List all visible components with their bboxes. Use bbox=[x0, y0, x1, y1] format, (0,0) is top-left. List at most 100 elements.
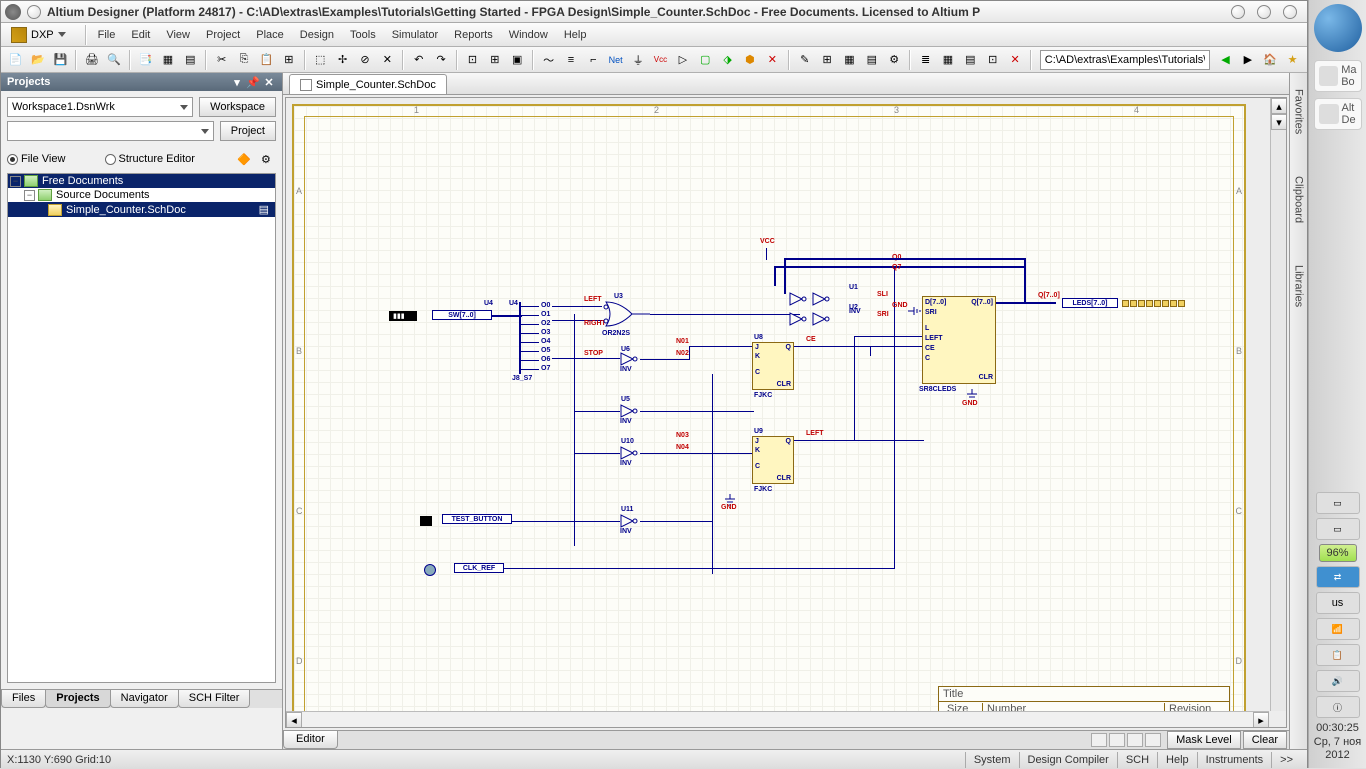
mask-level-button[interactable]: Mask Level bbox=[1167, 731, 1241, 749]
sr8-block[interactable]: D[7..0] Q[7..0] SRI L LEFT CE C CLR bbox=[922, 296, 996, 384]
maximize-button[interactable] bbox=[1257, 5, 1271, 19]
tray-network-icon[interactable]: 📶 bbox=[1316, 618, 1360, 640]
buf-u1[interactable] bbox=[789, 292, 809, 306]
tool-g-icon[interactable]: ▦ bbox=[937, 49, 958, 71]
tool-b-icon[interactable]: ⊞ bbox=[816, 49, 837, 71]
sw-port[interactable]: ▮▮▮ bbox=[389, 311, 417, 321]
scroll-right-icon[interactable]: ▸ bbox=[1253, 712, 1269, 728]
inverter-u11[interactable] bbox=[620, 514, 640, 528]
open-icon[interactable]: 📂 bbox=[27, 49, 48, 71]
scroll-left-icon[interactable]: ◂ bbox=[286, 712, 302, 728]
menu-window[interactable]: Window bbox=[501, 25, 556, 45]
nav-fav-icon[interactable]: ★ bbox=[1282, 49, 1303, 71]
led-array[interactable] bbox=[1122, 300, 1185, 307]
tool-a-icon[interactable]: ✎ bbox=[794, 49, 815, 71]
menu-place[interactable]: Place bbox=[248, 25, 292, 45]
paste-icon[interactable]: 📋 bbox=[256, 49, 277, 71]
clear-icon[interactable]: ✕ bbox=[377, 49, 398, 71]
buf-u2[interactable] bbox=[789, 312, 809, 326]
tray-notes-icon[interactable]: 📋 bbox=[1316, 644, 1360, 666]
status-instruments[interactable]: Instruments bbox=[1197, 752, 1271, 768]
docs-icon[interactable]: 📑 bbox=[135, 49, 156, 71]
minimize-button[interactable] bbox=[1231, 5, 1245, 19]
inverter-u10[interactable] bbox=[620, 446, 640, 460]
structure-editor-radio[interactable]: Structure Editor bbox=[105, 153, 195, 165]
menu-tools[interactable]: Tools bbox=[342, 25, 384, 45]
menu-file[interactable]: File bbox=[90, 25, 124, 45]
tab-libraries[interactable]: Libraries bbox=[1292, 259, 1306, 313]
stamp-icon[interactable]: ⊞ bbox=[278, 49, 299, 71]
power-vcc-icon[interactable]: Vcc bbox=[650, 49, 671, 71]
deselect-icon[interactable]: ⊘ bbox=[354, 49, 375, 71]
menu-simulator[interactable]: Simulator bbox=[384, 25, 446, 45]
close-button[interactable] bbox=[1283, 5, 1297, 19]
globe-icon[interactable] bbox=[1314, 4, 1362, 52]
panel-close-icon[interactable]: ✕ bbox=[262, 75, 276, 89]
inverter-u5[interactable] bbox=[620, 404, 640, 418]
inverter-u6[interactable] bbox=[620, 352, 640, 366]
panel-pin-icon[interactable]: 📌 bbox=[246, 75, 260, 89]
status-design-compiler[interactable]: Design Compiler bbox=[1019, 752, 1117, 768]
document-tab[interactable]: Simple_Counter.SchDoc bbox=[289, 74, 447, 94]
tool-icon-1[interactable] bbox=[1091, 733, 1107, 747]
nav-home-icon[interactable]: 🏠 bbox=[1260, 49, 1281, 71]
status-help[interactable]: Help bbox=[1157, 752, 1197, 768]
bus-entry-icon[interactable]: ⌐ bbox=[583, 49, 604, 71]
part-icon[interactable]: ▷ bbox=[672, 49, 693, 71]
editor-tab[interactable]: Editor bbox=[283, 731, 338, 749]
workspace-combo[interactable]: Workspace1.DsnWrk bbox=[7, 97, 193, 117]
clk-port-icon[interactable] bbox=[424, 564, 436, 576]
copy-icon[interactable]: ⎘ bbox=[233, 49, 254, 71]
window-menu-button[interactable] bbox=[27, 5, 41, 19]
zoom-fit-icon[interactable]: ⊞ bbox=[484, 49, 505, 71]
system-clock[interactable]: 00:30:25 Ср, 7 ноя 2012 bbox=[1314, 722, 1362, 762]
tool-h-icon[interactable]: ▤ bbox=[960, 49, 981, 71]
noerc-icon[interactable]: ✕ bbox=[762, 49, 783, 71]
tab-sch-filter[interactable]: SCH Filter bbox=[178, 690, 251, 708]
undo-icon[interactable]: ↶ bbox=[408, 49, 429, 71]
select-icon[interactable]: ⬚ bbox=[310, 49, 331, 71]
project-tree[interactable]: − Free Documents − Source Documents Simp… bbox=[7, 173, 276, 683]
workspace-button[interactable]: Workspace bbox=[199, 97, 276, 117]
sheet-icon[interactable]: ▦ bbox=[157, 49, 178, 71]
tray-usb-icon[interactable]: ⇄ bbox=[1316, 566, 1360, 588]
vertical-scrollbar[interactable]: ▴ ▾ bbox=[1270, 98, 1286, 711]
scroll-up-icon[interactable]: ▴ bbox=[1271, 98, 1287, 114]
tool-i-icon[interactable]: ⊡ bbox=[982, 49, 1003, 71]
scroll-down-icon[interactable]: ▾ bbox=[1271, 114, 1287, 130]
preview-icon[interactable]: 🔍 bbox=[104, 49, 125, 71]
tree-doc[interactable]: Simple_Counter.SchDoc ▤ bbox=[8, 202, 275, 217]
tree-sub[interactable]: − Source Documents bbox=[8, 188, 275, 202]
power-gnd-icon[interactable]: ⏚ bbox=[627, 49, 648, 71]
expand-icon[interactable]: − bbox=[24, 190, 35, 201]
desktop-shortcut-2[interactable]: AltDe bbox=[1314, 98, 1362, 130]
path-input[interactable] bbox=[1040, 50, 1210, 70]
file-view-radio[interactable]: File View bbox=[7, 153, 65, 165]
status-more[interactable]: >> bbox=[1271, 752, 1301, 768]
tool-j-icon[interactable]: ✕ bbox=[1004, 49, 1025, 71]
tray-display-icon[interactable]: ▭ bbox=[1316, 518, 1360, 540]
battery-indicator[interactable]: 96% bbox=[1319, 544, 1357, 562]
net-label-icon[interactable]: Net bbox=[605, 49, 626, 71]
sheet-entry-icon[interactable]: ⬗ bbox=[717, 49, 738, 71]
menu-help[interactable]: Help bbox=[556, 25, 595, 45]
tool-icon-4[interactable] bbox=[1145, 733, 1161, 747]
test-button-port-icon[interactable] bbox=[420, 516, 432, 526]
wire-icon[interactable]: 〜 bbox=[538, 49, 559, 71]
options-icon[interactable]: ⚙ bbox=[256, 149, 276, 169]
menu-view[interactable]: View bbox=[158, 25, 198, 45]
jk-ff-u9[interactable]: J Q K C CLR bbox=[752, 436, 794, 484]
or-gate[interactable] bbox=[602, 300, 654, 331]
horizontal-scrollbar[interactable]: ◂ ▸ bbox=[286, 711, 1269, 727]
tree-root[interactable]: − Free Documents bbox=[8, 174, 275, 188]
project-button[interactable]: Project bbox=[220, 121, 276, 141]
port-icon[interactable]: ⬢ bbox=[739, 49, 760, 71]
tray-sound-icon[interactable]: 🔊 bbox=[1316, 670, 1360, 692]
print-icon[interactable]: 🖨 bbox=[81, 49, 102, 71]
zoom-selected-icon[interactable]: ▣ bbox=[507, 49, 528, 71]
schematic-canvas[interactable]: 1 2 3 4 A B C D A B C D ▮▮▮ bbox=[285, 97, 1287, 728]
tool-e-icon[interactable]: ⚙ bbox=[884, 49, 905, 71]
panel-dropdown-icon[interactable]: ▾ bbox=[230, 75, 244, 89]
tab-files[interactable]: Files bbox=[1, 690, 46, 708]
dxp-button[interactable]: DXP bbox=[5, 25, 72, 45]
